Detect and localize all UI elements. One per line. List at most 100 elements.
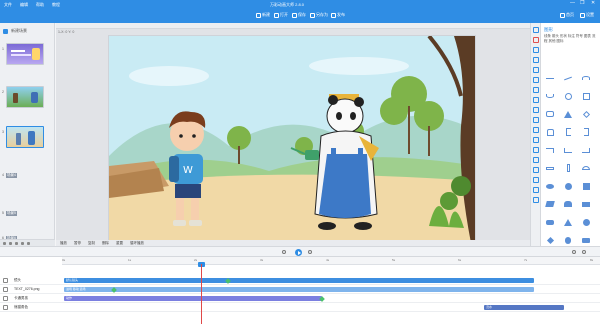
image-tool-icon[interactable] xyxy=(533,47,539,53)
shape-tool-icon[interactable] xyxy=(533,37,539,43)
zoom-in-icon[interactable] xyxy=(582,250,586,254)
triangle-outline-shape[interactable] xyxy=(561,109,575,119)
elbow-shape[interactable] xyxy=(579,145,593,155)
scene-label-4[interactable]: 场景4 xyxy=(6,173,17,178)
menu-file[interactable]: 文件 xyxy=(4,2,12,8)
keyframe-icon[interactable] xyxy=(319,295,325,302)
track-bar[interactable]: 动作 xyxy=(64,296,322,301)
open-button[interactable]: 打开 xyxy=(274,12,288,18)
circle-outline-shape[interactable] xyxy=(561,91,575,101)
step-line-shape[interactable] xyxy=(543,145,557,155)
scene-thumb-1[interactable] xyxy=(6,43,44,65)
save-button[interactable]: 保存 xyxy=(292,12,306,18)
prev-icon[interactable] xyxy=(282,250,286,254)
tick-label: 1s xyxy=(128,258,132,262)
square-fill-shape[interactable] xyxy=(579,181,593,191)
settings-button[interactable]: 设置 xyxy=(580,12,594,18)
delete-icon[interactable] xyxy=(15,242,18,245)
rect-fill-shape[interactable] xyxy=(579,199,593,209)
track-boy[interactable]: 卡通男孩 动作 xyxy=(0,294,600,303)
menu-tutorial[interactable]: 教程 xyxy=(52,2,60,8)
track-bar[interactable]: 默认镜头 xyxy=(64,278,534,283)
home-button[interactable]: 首页 xyxy=(560,12,574,18)
menu-edit[interactable]: 编辑 xyxy=(20,2,28,8)
arc-shape[interactable] xyxy=(543,91,557,101)
saveas-button[interactable]: 另存为 xyxy=(310,12,328,18)
down-icon[interactable] xyxy=(27,242,30,245)
track-image[interactable]: TEXT_0276.png 进场 移动 退场 xyxy=(0,285,600,294)
pentagon-shape[interactable] xyxy=(543,127,557,137)
hexagon-fill-shape[interactable] xyxy=(579,217,593,227)
shapes-categories[interactable]: 线条 箭头 形状 标注 符号 图表 流程 其他 图标 xyxy=(544,34,598,44)
curve-shape[interactable] xyxy=(579,73,593,83)
tick-label: 8s xyxy=(590,258,594,262)
bracket-shape[interactable] xyxy=(561,127,575,137)
zigzag-shape[interactable] xyxy=(561,145,575,155)
up-icon[interactable] xyxy=(21,242,24,245)
map-tool-icon[interactable] xyxy=(533,147,539,153)
material-tool-icon[interactable] xyxy=(533,177,539,183)
add-icon[interactable] xyxy=(3,242,6,245)
column-shape[interactable] xyxy=(561,163,575,173)
arrow-shape[interactable] xyxy=(561,73,575,83)
delete-action[interactable]: 删除 xyxy=(102,241,109,246)
line-shape[interactable] xyxy=(543,73,557,83)
stage-canvas[interactable]: W 镜头 背景 前景 字幕 配音 xyxy=(108,35,476,242)
circle-fill-shape[interactable] xyxy=(561,181,575,191)
audio-tool-icon[interactable] xyxy=(533,87,539,93)
tick-label: 2s xyxy=(194,258,198,262)
formula-tool-icon[interactable] xyxy=(533,127,539,133)
copy-icon[interactable] xyxy=(9,242,12,245)
playhead[interactable] xyxy=(201,264,202,324)
bubble-tool-icon[interactable] xyxy=(533,107,539,113)
text-tool-icon[interactable] xyxy=(533,27,539,33)
bar-shape[interactable] xyxy=(543,163,557,173)
half-circle-shape[interactable] xyxy=(579,163,593,173)
callout-fill-shape[interactable] xyxy=(579,235,593,245)
scene-label-5[interactable]: 场景5 xyxy=(6,211,17,216)
table-tool-icon[interactable] xyxy=(533,137,539,143)
effect-tool-icon[interactable] xyxy=(533,117,539,123)
close-button[interactable]: ✕ xyxy=(591,1,595,6)
background-tool-icon[interactable] xyxy=(533,157,539,163)
play-button[interactable] xyxy=(295,249,302,256)
scene-thumb-3[interactable] xyxy=(6,126,44,148)
trapezoid-fill-shape[interactable] xyxy=(561,199,575,209)
reset-action[interactable]: 重置 xyxy=(116,241,123,246)
track-panda[interactable]: 熊猫角色 浇水 xyxy=(0,303,600,312)
next-icon[interactable] xyxy=(308,250,312,254)
scene-thumb-2[interactable] xyxy=(6,86,44,108)
rounded-rect-shape[interactable] xyxy=(543,109,557,119)
zoom-out-icon[interactable] xyxy=(572,250,576,254)
svg-tool-icon[interactable] xyxy=(533,67,539,73)
pause-action[interactable]: 暂停 xyxy=(74,241,81,246)
home-icon xyxy=(560,12,565,18)
loop-action[interactable]: 循环播放 xyxy=(130,241,144,246)
maximize-button[interactable]: ❐ xyxy=(580,1,584,6)
chart-tool-icon[interactable] xyxy=(533,97,539,103)
brace-shape[interactable] xyxy=(579,127,593,137)
prop-tool-icon[interactable] xyxy=(533,167,539,173)
publish-button[interactable]: 发布 xyxy=(331,12,345,18)
new-scene-button[interactable]: 新建场景 xyxy=(3,28,27,34)
parallelogram-fill-shape[interactable] xyxy=(543,199,557,209)
track-camera[interactable]: 镜头 默认镜头 xyxy=(0,276,600,285)
oval-fill-shape[interactable] xyxy=(543,181,557,191)
track-bar[interactable]: 进场 移动 退场 xyxy=(64,287,534,292)
rounded-fill-shape[interactable] xyxy=(543,217,557,227)
square-outline-shape[interactable] xyxy=(579,91,593,101)
triangle-fill-shape[interactable] xyxy=(561,217,575,227)
cylinder-fill-shape[interactable] xyxy=(561,235,575,245)
video-tool-icon[interactable] xyxy=(533,77,539,83)
minimize-button[interactable]: — xyxy=(570,1,575,6)
character-tool-icon[interactable] xyxy=(533,57,539,63)
play-action[interactable]: 播放 xyxy=(60,241,67,246)
track-bar[interactable]: 浇水 xyxy=(484,305,564,310)
diamond-outline-shape[interactable] xyxy=(579,109,593,119)
copy-action[interactable]: 复制 xyxy=(88,241,95,246)
diamond-fill-shape[interactable] xyxy=(543,235,557,245)
layer-tool-icon[interactable] xyxy=(533,187,539,193)
menu-help[interactable]: 帮助 xyxy=(36,2,44,8)
group-tool-icon[interactable] xyxy=(533,197,539,203)
new-button[interactable]: 新建 xyxy=(256,12,270,18)
